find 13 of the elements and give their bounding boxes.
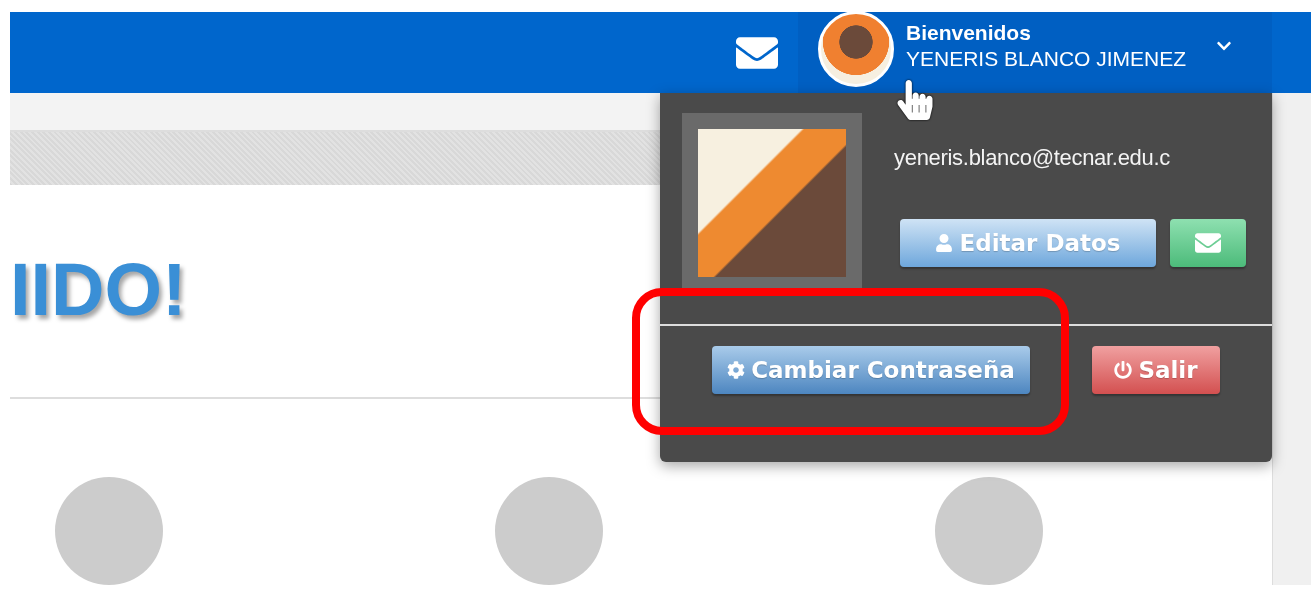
user-icon [935, 234, 954, 252]
user-name: YENERIS BLANCO JIMENEZ [906, 45, 1187, 72]
password-button[interactable]: Cambiar Contraseña [712, 346, 1030, 394]
logout-button[interactable]: Salir [1092, 346, 1220, 394]
envelope-icon [1195, 230, 1221, 256]
gear-icon [727, 361, 746, 379]
email-text: yeneris.blanco@tecnar.edu.c [894, 145, 1171, 171]
greeting: Bienvenidos [906, 19, 1032, 46]
user-menu-toggle[interactable]: Bienvenidos YENERIS BLANCO JIMENEZ [798, 12, 1272, 93]
power-icon [1114, 361, 1133, 379]
hand-cursor-icon [895, 80, 935, 120]
edit-button[interactable]: Editar Datos [900, 219, 1156, 267]
welcome-heading: IIDO! [10, 247, 188, 333]
